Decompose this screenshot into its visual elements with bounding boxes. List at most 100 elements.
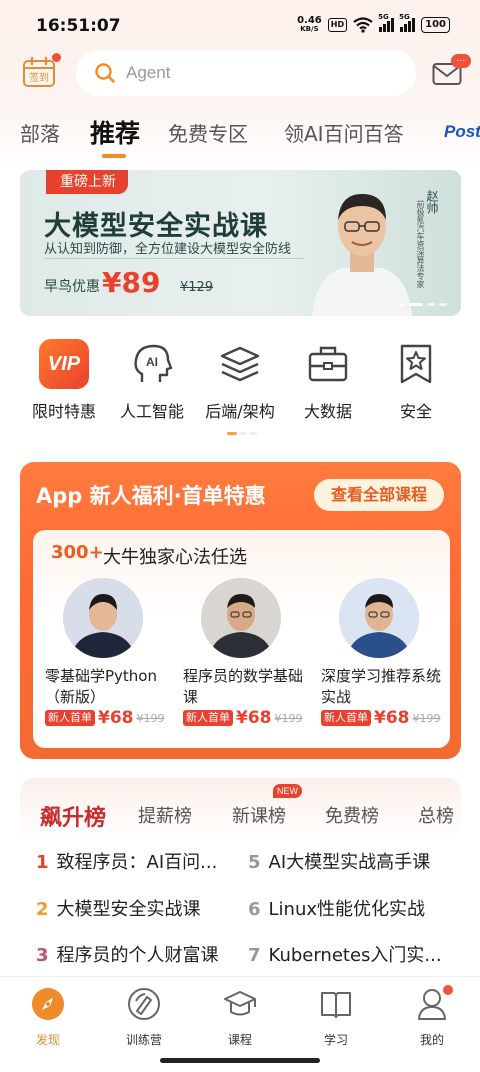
- course-price-row: 新人首单 ¥68 ¥199: [45, 708, 175, 728]
- course-old-price: ¥199: [412, 711, 441, 725]
- search-bar[interactable]: [76, 50, 416, 96]
- course-old-price: ¥199: [274, 711, 303, 725]
- category-ai[interactable]: AI 人工智能: [112, 338, 192, 422]
- tab-salary[interactable]: 提薪榜: [138, 802, 192, 828]
- tab-indicator: [102, 154, 126, 158]
- svg-text:AI: AI: [146, 355, 158, 369]
- course-card[interactable]: 零基础学Python（新版） 新人首单 ¥68 ¥199: [45, 578, 175, 728]
- banner-divider: [44, 258, 304, 259]
- nav-label: 课程: [227, 1033, 252, 1047]
- category-discount[interactable]: VIP 限时特惠: [24, 338, 104, 422]
- ai-head-icon: AI: [134, 344, 173, 382]
- nav-courses[interactable]: 课程: [200, 987, 280, 1048]
- nav-me[interactable]: 我的: [392, 985, 472, 1048]
- ranking-tabs: 飙升榜 提薪榜 新课榜 NEW 免费榜 总榜: [20, 778, 461, 838]
- tab-rising[interactable]: 飙升榜: [40, 800, 106, 832]
- signin-badge: [52, 53, 61, 62]
- nav-study[interactable]: 学习: [296, 987, 376, 1048]
- ranking-item[interactable]: 6 Linux性能优化实战: [248, 895, 458, 921]
- hd-icon: HD: [327, 18, 348, 32]
- tab-free-ranking[interactable]: 免费榜: [325, 802, 379, 828]
- tab-tribe[interactable]: 部落: [20, 118, 60, 147]
- compass-icon: [32, 988, 64, 1020]
- tab-free[interactable]: 免费专区: [168, 118, 248, 147]
- signin-calendar-icon[interactable]: 签到: [22, 56, 56, 88]
- nav-label: 训练营: [125, 1033, 162, 1047]
- promo-course-panel: 300+ 大牛独家心法任选 零基础学Python（新版） 新人首单 ¥68 ¥1…: [33, 530, 450, 748]
- home-indicator: [160, 1058, 320, 1063]
- ranking-item[interactable]: 1 致程序员：AI百问...: [36, 848, 232, 874]
- newcomer-tag: 新人首单: [183, 710, 233, 726]
- teacher-name: 赵帅: [425, 190, 439, 214]
- nav-label: 发现: [35, 1033, 60, 1047]
- course-old-price: ¥199: [136, 711, 165, 725]
- view-all-courses-button[interactable]: 查看全部课程: [314, 479, 444, 511]
- course-card[interactable]: 程序员的数学基础课 新人首单 ¥68 ¥199: [183, 578, 313, 728]
- new-badge: NEW: [273, 784, 302, 798]
- category-label: 限时特惠: [31, 402, 96, 421]
- course-card[interactable]: 深度学习推荐系统实战 新人首单 ¥68 ¥199: [321, 578, 451, 728]
- promo-banner[interactable]: 重磅上新 大模型安全实战课 从认知到防御，全方位建设大模型安全防线 早鸟优惠 ¥…: [20, 170, 461, 316]
- shield-star-icon: [400, 344, 432, 384]
- tab-overall[interactable]: 总榜: [418, 802, 454, 828]
- banner-old-price: ¥129: [180, 280, 214, 295]
- newcomer-promo-card: App 新人福利·首单特惠 查看全部课程 300+ 大牛独家心法任选 零基础学P…: [20, 462, 461, 759]
- mail-badge: ...: [451, 54, 471, 68]
- tab-post[interactable]: Post: [444, 122, 480, 142]
- category-bigdata[interactable]: 大数据: [288, 338, 368, 422]
- category-pager: [227, 432, 257, 435]
- nav-label: 学习: [323, 1033, 348, 1047]
- battery-icon: 100: [421, 17, 450, 33]
- banner-subtitle: 从认知到防御，全方位建设大模型安全防线: [44, 242, 292, 257]
- network-speed: 0.46 KB/S: [297, 15, 322, 34]
- nav-label: 我的: [419, 1033, 444, 1047]
- top-tabs: 部落 推荐 免费专区 领AI百问百答 Post: [0, 112, 480, 158]
- ranking-item[interactable]: 7 Kubernetes入门实...: [248, 941, 458, 967]
- status-bar: 16:51:07 0.46 KB/S HD 5G 5G 100: [0, 0, 480, 48]
- course-price: ¥68: [374, 708, 410, 728]
- tab-new-courses[interactable]: 新课榜: [232, 802, 286, 828]
- ranking-item[interactable]: 2 大模型安全实战课: [36, 895, 232, 921]
- wifi-icon: [353, 17, 373, 33]
- category-backend[interactable]: 后端/架构: [200, 338, 280, 422]
- banner-price: ¥89: [102, 266, 161, 299]
- newcomer-tag: 新人首单: [321, 710, 371, 726]
- avatar: [63, 578, 143, 658]
- ranking-section: 飙升榜 提薪榜 新课榜 NEW 免费榜 总榜 1 致程序员：AI百问... 5 AI…: [20, 778, 461, 974]
- category-label: 大数据: [303, 402, 352, 421]
- category-grid: VIP 限时特惠 AI 人工智能 后端/架构 大数据 安全: [0, 338, 480, 428]
- notification-dot: [443, 985, 453, 995]
- briefcase-icon: [308, 346, 348, 382]
- signal-icon-2: 5G: [399, 13, 416, 32]
- course-price-row: 新人首单 ¥68 ¥199: [183, 708, 313, 728]
- avatar: [201, 578, 281, 658]
- category-security[interactable]: 安全: [376, 338, 456, 422]
- status-icons: 0.46 KB/S HD 5G 5G 100: [297, 13, 450, 34]
- course-price: ¥68: [236, 708, 272, 728]
- course-price-row: 新人首单 ¥68 ¥199: [321, 708, 451, 728]
- tab-recommend[interactable]: 推荐: [90, 114, 140, 150]
- signin-label: 签到: [29, 71, 49, 84]
- banner-tag: 重磅上新: [46, 170, 128, 194]
- category-label: 后端/架构: [205, 402, 275, 421]
- header: 签到 ...: [0, 48, 480, 100]
- nav-discover[interactable]: 发现: [8, 987, 88, 1048]
- layers-icon: [220, 346, 260, 382]
- book-icon: [321, 992, 351, 1018]
- nav-training-camp[interactable]: 训练营: [104, 987, 184, 1048]
- teacher-photo: [312, 194, 412, 316]
- promo-count-text: 大牛独家心法任选: [103, 547, 247, 568]
- teacher-role: 前极氪汽车资深算法专家: [416, 200, 425, 288]
- search-icon: [95, 63, 115, 83]
- graduation-cap-icon: [224, 991, 256, 1016]
- search-input[interactable]: [126, 63, 376, 83]
- ranking-item[interactable]: 3 程序员的个人财富课: [36, 941, 232, 967]
- course-name: 深度学习推荐系统实战: [321, 667, 442, 706]
- status-time: 16:51:07: [36, 16, 121, 36]
- category-label: 人工智能: [119, 402, 184, 421]
- training-icon: [128, 988, 160, 1020]
- course-name: 零基础学Python（新版）: [45, 667, 157, 706]
- category-label: 安全: [399, 402, 432, 421]
- ranking-item[interactable]: 5 AI大模型实战高手课: [248, 848, 458, 874]
- tab-ai-qa[interactable]: 领AI百问百答: [284, 118, 404, 147]
